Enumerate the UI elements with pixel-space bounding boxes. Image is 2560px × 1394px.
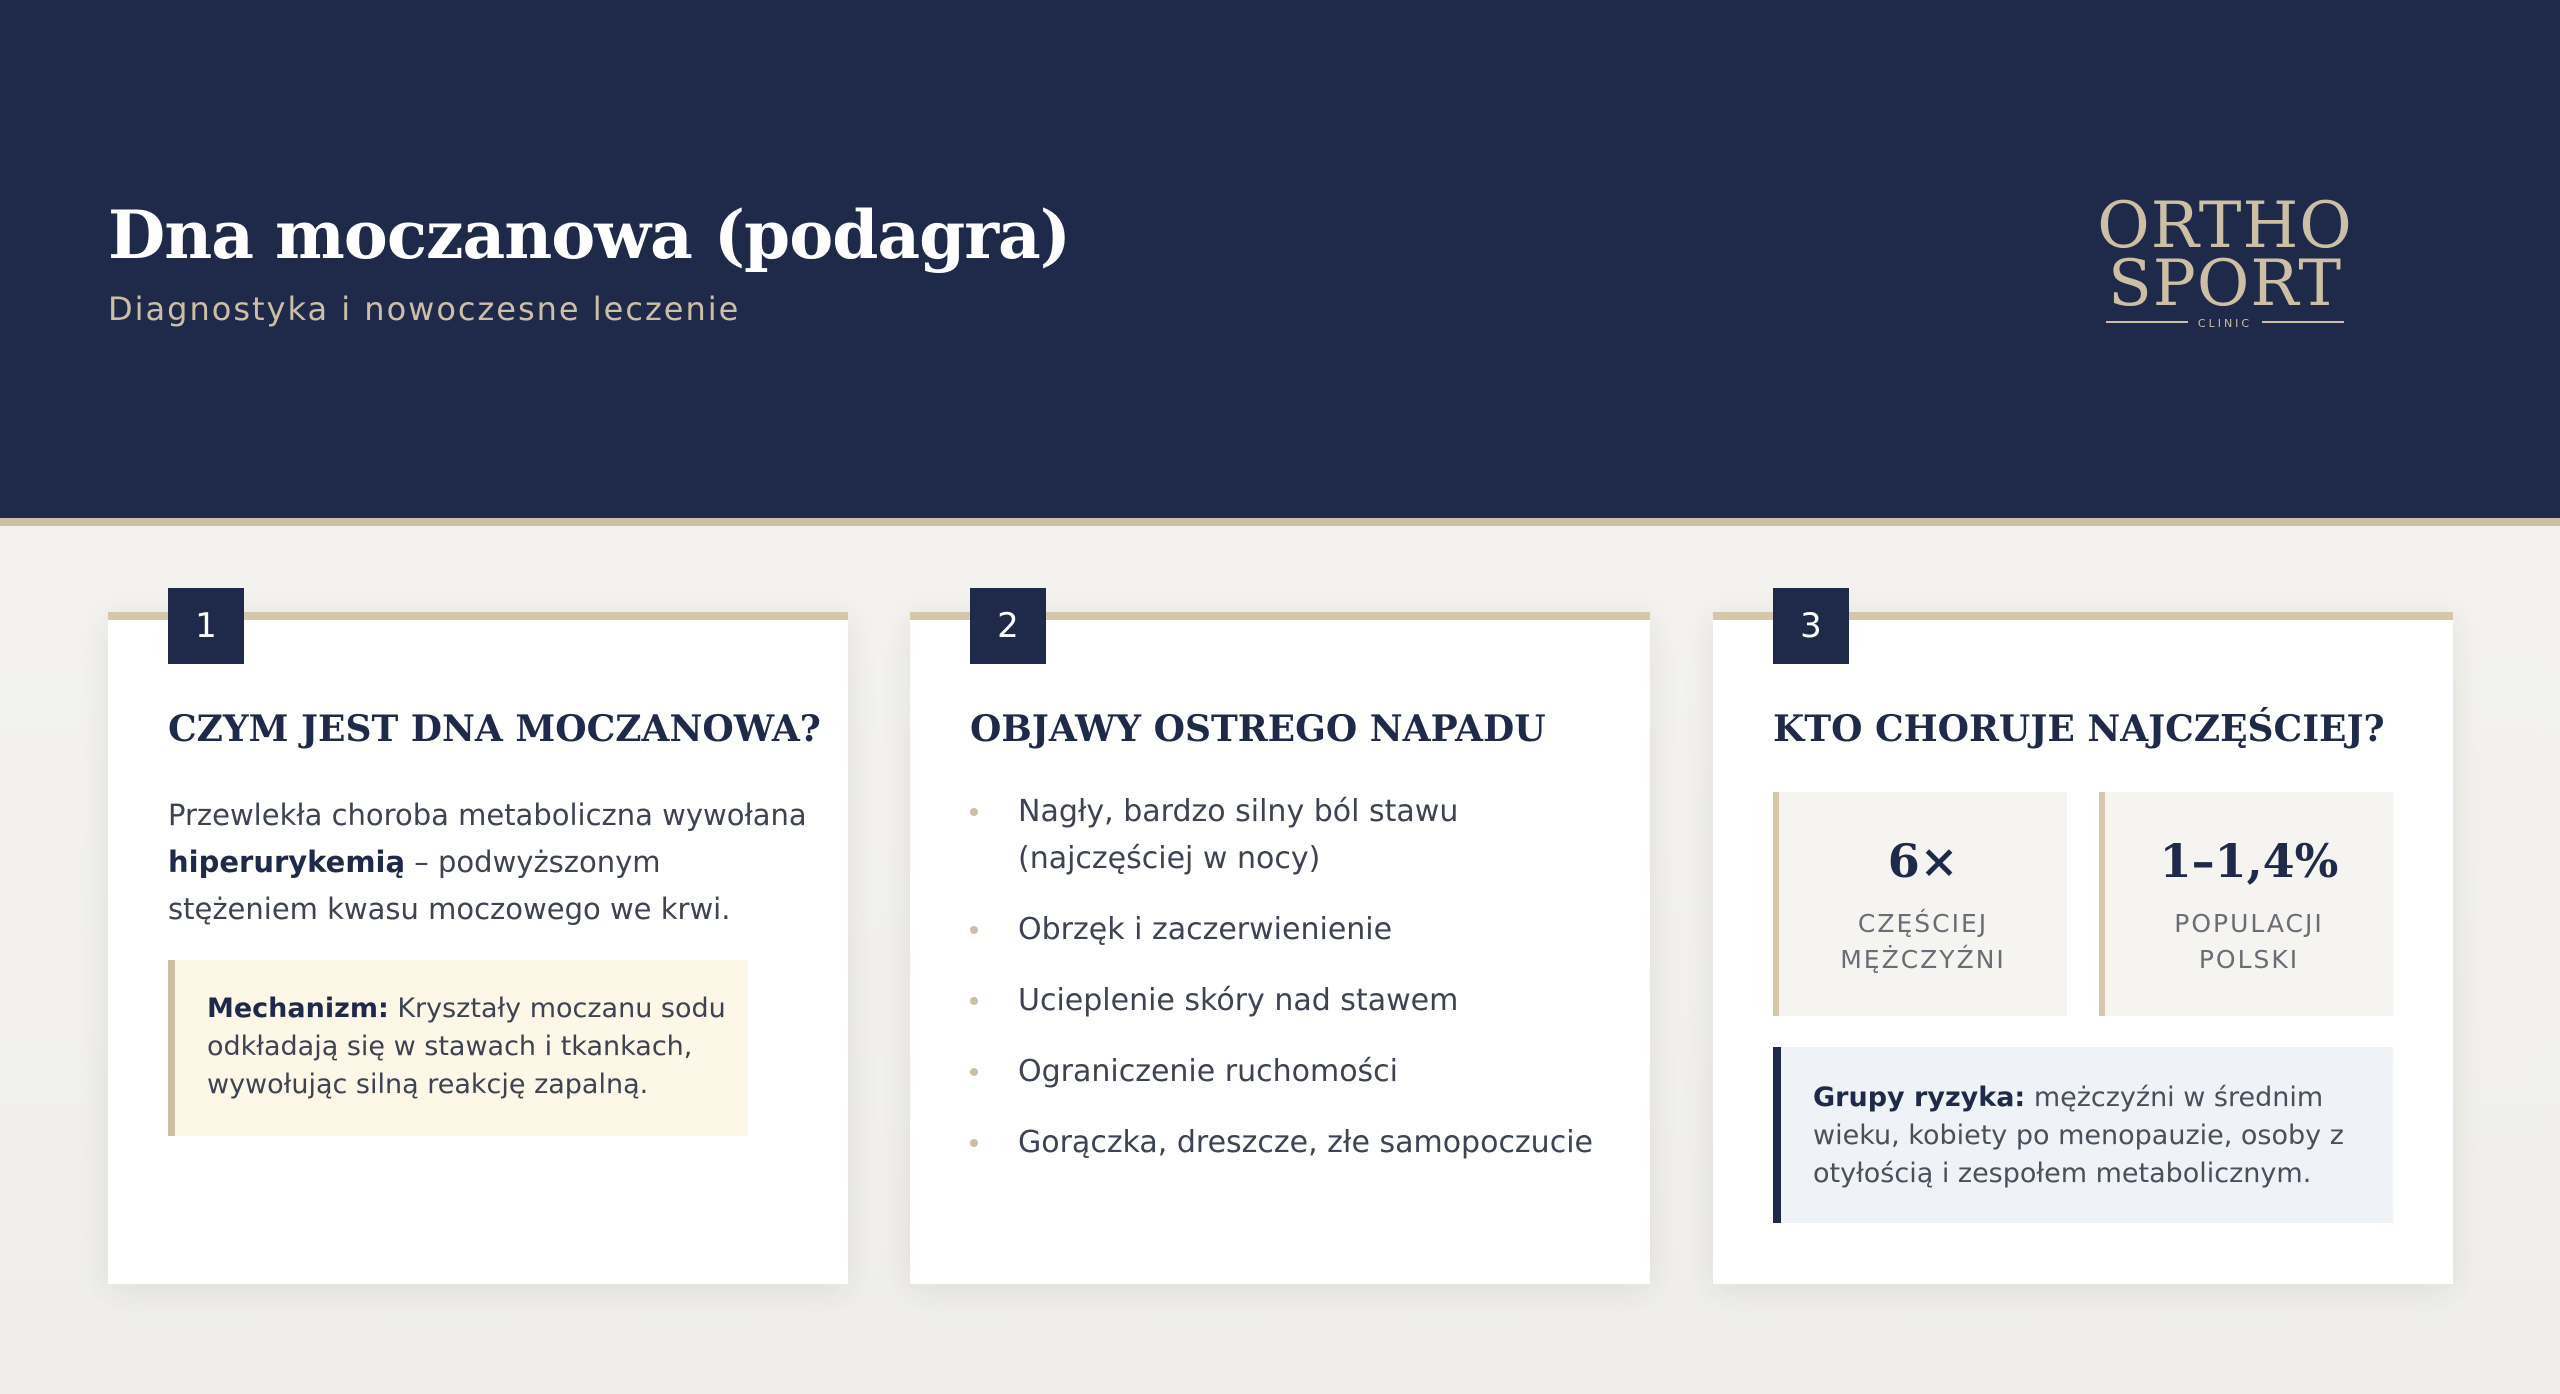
- stat-value: 1–1,4%: [2159, 834, 2339, 888]
- stat-tile-men: 6× CZĘŚCIEJ MĘŻCZYŹNI: [1773, 792, 2067, 1016]
- list-item-text: Nagły, bardzo silny ból stawu (najczęści…: [1018, 794, 1459, 876]
- bullet-icon: [970, 1139, 978, 1147]
- card-what-is-gout: 1 CZYM JEST DNA MOCZANOWA? Przewlekła ch…: [108, 588, 848, 1284]
- stat-label-line: CZĘŚCIEJ: [1857, 909, 1989, 938]
- header-divider: [0, 518, 2560, 526]
- list-item: Ucieplenie skóry nad stawem: [970, 977, 1610, 1024]
- stat-label: CZĘŚCIEJ MĘŻCZYŹNI: [1779, 906, 2067, 978]
- list-item-text: Gorączka, dreszcze, złe samopoczucie: [1018, 1125, 1593, 1160]
- risk-groups-label: Grupy ryzyka:: [1813, 1082, 2026, 1113]
- mechanism-label: Mechanizm:: [207, 993, 389, 1024]
- page-title: Dna moczanowa (podagra): [108, 196, 1071, 274]
- bullet-icon: [970, 997, 978, 1005]
- stat-label-line: MĘŻCZYŹNI: [1840, 945, 2006, 974]
- risk-groups-text: Grupy ryzyka: mężczyźni w średnim wieku,…: [1813, 1079, 2369, 1193]
- list-item-text: Ucieplenie skóry nad stawem: [1018, 983, 1459, 1018]
- list-item: Obrzęk i zaczerwienienie: [970, 906, 1610, 953]
- bullet-icon: [970, 808, 978, 816]
- card-title: OBJAWY OSTREGO NAPADU: [970, 708, 1546, 750]
- description-emphasis: hiperurykemią: [168, 845, 406, 879]
- logo-line-3: CLINIC: [2198, 317, 2252, 330]
- stat-tile-population: 1–1,4% POPULACJI POLSKI: [2099, 792, 2393, 1016]
- list-item-text: Obrzęk i zaczerwienienie: [1018, 912, 1393, 947]
- card-description: Przewlekła choroba metaboliczna wywołana…: [168, 792, 808, 933]
- mechanism-callout: Mechanizm: Kryształy moczanu sodu odkład…: [168, 960, 748, 1136]
- stat-label-line: POLSKI: [2198, 945, 2300, 974]
- mechanism-text: Mechanizm: Kryształy moczanu sodu odkład…: [207, 990, 727, 1104]
- description-text: Przewlekła choroba metaboliczna wywołana: [168, 798, 807, 832]
- card-title: CZYM JEST DNA MOCZANOWA?: [168, 708, 821, 750]
- list-item: Nagły, bardzo silny ból stawu (najczęści…: [970, 788, 1610, 882]
- card-title: KTO CHORUJE NAJCZĘŚCIEJ?: [1773, 708, 2385, 750]
- card-number-badge: 2: [970, 588, 1046, 664]
- symptoms-list: Nagły, bardzo silny ból stawu (najczęści…: [970, 788, 1610, 1190]
- card-number-badge: 1: [168, 588, 244, 664]
- bullet-icon: [970, 926, 978, 934]
- stat-label-line: POPULACJI: [2174, 909, 2324, 938]
- stat-label: POPULACJI POLSKI: [2105, 906, 2393, 978]
- risk-groups-callout: Grupy ryzyka: mężczyźni w średnim wieku,…: [1773, 1047, 2393, 1223]
- card-number-badge: 3: [1773, 588, 1849, 664]
- list-item-text: Ograniczenie ruchomości: [1018, 1054, 1399, 1089]
- card-who-gets-sick: 3 KTO CHORUJE NAJCZĘŚCIEJ? 6× CZĘŚCIEJ M…: [1713, 588, 2453, 1284]
- list-item: Ograniczenie ruchomości: [970, 1048, 1610, 1095]
- card-symptoms: 2 OBJAWY OSTREGO NAPADU Nagły, bardzo si…: [910, 588, 1650, 1284]
- list-item: Gorączka, dreszcze, złe samopoczucie: [970, 1119, 1610, 1166]
- stat-value: 6×: [1887, 834, 1959, 888]
- header-banner: Dna moczanowa (podagra) Diagnostyka i no…: [0, 0, 2560, 518]
- ortho-sport-logo: ORTHO SPORT CLINIC: [2100, 189, 2350, 330]
- page-subtitle: Diagnostyka i nowoczesne leczenie: [108, 290, 741, 328]
- logo-line-2: SPORT: [2108, 247, 2342, 321]
- bullet-icon: [970, 1068, 978, 1076]
